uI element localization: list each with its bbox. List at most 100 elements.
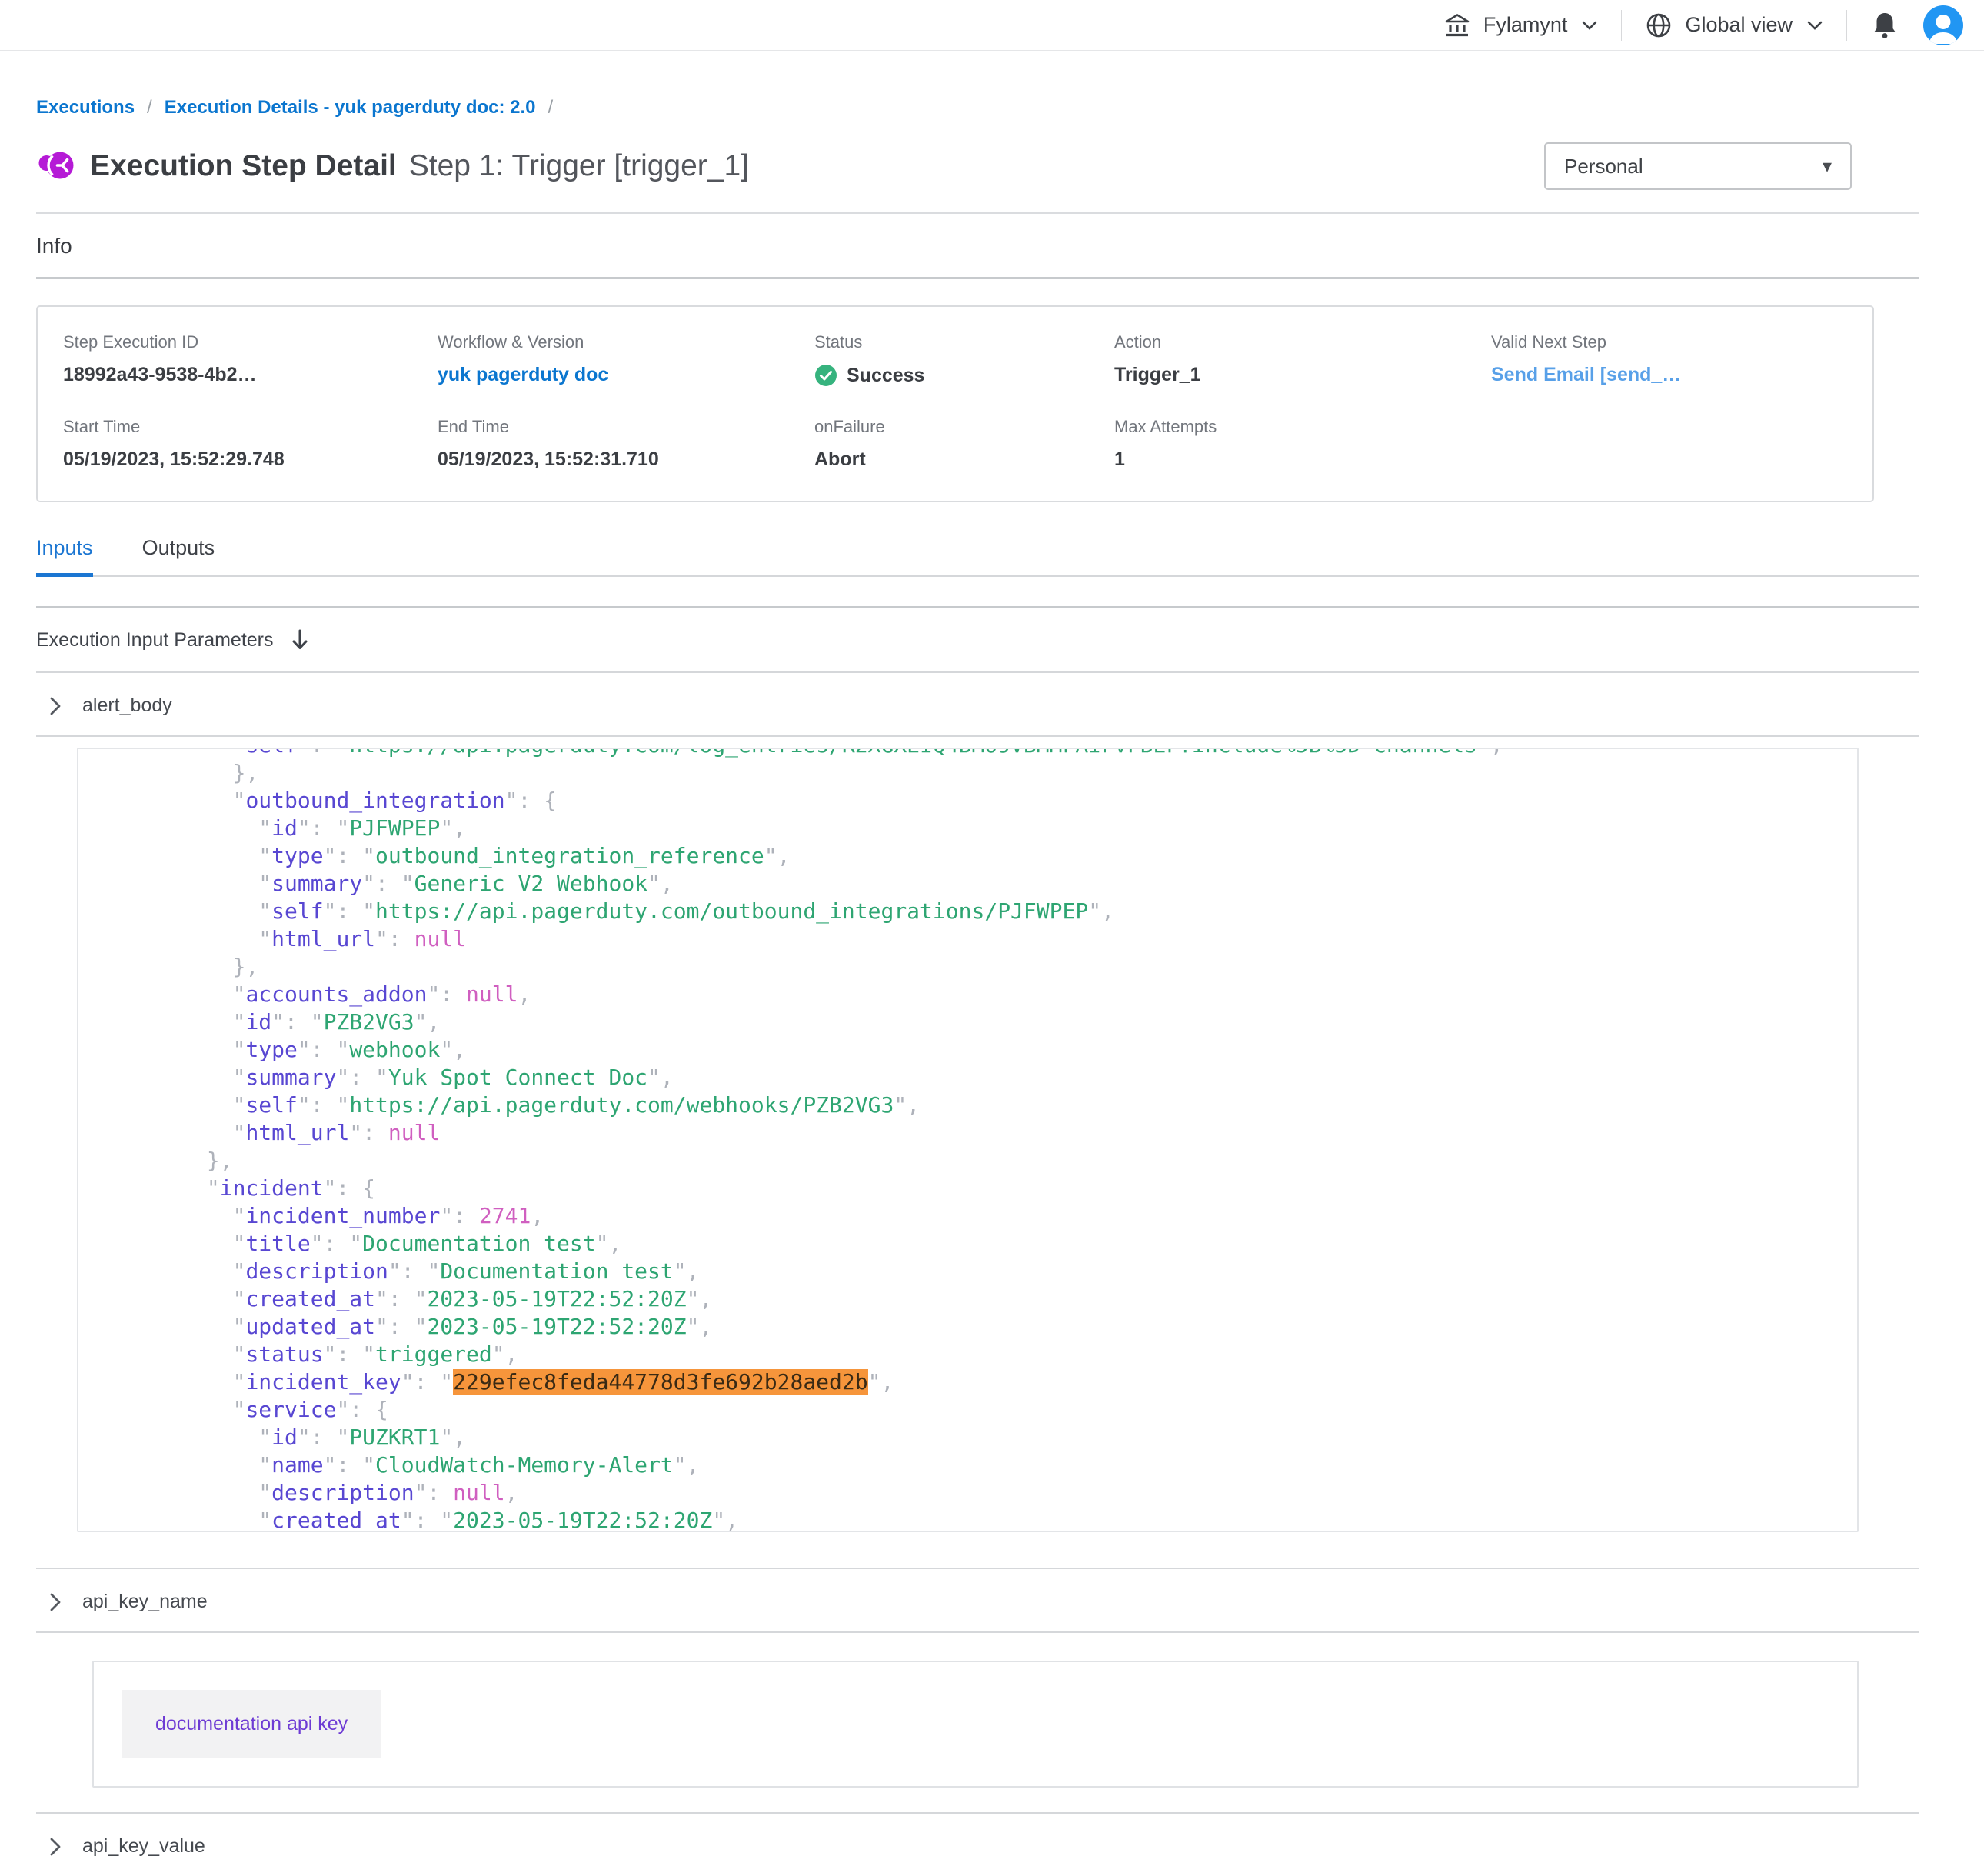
field-label: Status	[814, 333, 1114, 352]
field-value: 18992a43-9538-4b2…	[63, 364, 438, 385]
expander-label: alert_body	[82, 695, 172, 717]
expander-label: api_key_name	[82, 1591, 208, 1613]
title-row: Execution Step Detail Step 1: Trigger [t…	[36, 142, 1919, 191]
expander-api-key-value[interactable]: api_key_value	[36, 1814, 1919, 1876]
code-line: "id": "PUZKRT1",	[103, 1424, 1857, 1451]
field-label: Max Attempts	[1114, 418, 1491, 436]
field-value: 05/19/2023, 15:52:31.710	[438, 448, 814, 470]
code-line: "summary": "Generic V2 Webhook",	[103, 870, 1857, 898]
code-line: "incident": {	[103, 1175, 1857, 1202]
workflow-link[interactable]: yuk pagerduty doc	[438, 364, 814, 385]
view-label: Global view	[1685, 13, 1793, 37]
field-label: onFailure	[814, 418, 1114, 436]
field-status: Status Success	[814, 333, 1114, 387]
success-check-icon	[814, 364, 837, 387]
breadcrumb-separator: /	[147, 97, 152, 118]
info-card: Step Execution ID 18992a43-9538-4b2… Wor…	[36, 305, 1874, 502]
code-line: "created_at": "2023-05-19T22:52:20Z",	[103, 1507, 1857, 1532]
top-bar: Fylamynt Global view	[0, 0, 1984, 51]
workflow-step-icon	[36, 147, 75, 185]
expander-alert-body[interactable]: alert_body	[36, 673, 1919, 735]
field-label: Workflow & Version	[438, 333, 814, 352]
field-onfailure: onFailure Abort	[814, 418, 1114, 470]
next-step-link[interactable]: Send Email [send_…	[1491, 364, 1872, 385]
org-switcher[interactable]: Fylamynt	[1443, 12, 1599, 38]
breadcrumb: Executions / Execution Details - yuk pag…	[36, 97, 1919, 118]
field-valid-next-step: Valid Next Step Send Email [send_…	[1491, 333, 1872, 387]
code-line: },	[103, 759, 1857, 787]
chevron-right-icon	[48, 1837, 62, 1857]
divider	[36, 735, 1919, 737]
field-label: Action	[1114, 333, 1491, 352]
user-avatar[interactable]	[1922, 5, 1964, 46]
divider	[36, 277, 1919, 279]
field-workflow-version: Workflow & Version yuk pagerduty doc	[438, 333, 814, 387]
field-value: Trigger_1	[1114, 364, 1491, 385]
tab-inputs[interactable]: Inputs	[36, 536, 93, 575]
main-content: Executions / Execution Details - yuk pag…	[0, 97, 1984, 1876]
dropdown-caret-icon: ▾	[1823, 155, 1832, 178]
code-line: "status": "triggered",	[103, 1341, 1857, 1368]
tab-outputs[interactable]: Outputs	[142, 536, 215, 575]
code-line: "id": "PZB2VG3",	[103, 1008, 1857, 1036]
page-title: Execution Step Detail	[90, 149, 397, 183]
download-icon[interactable]	[289, 628, 311, 651]
page-subtitle: Step 1: Trigger [trigger_1]	[409, 149, 749, 183]
field-label: Start Time	[63, 418, 438, 436]
field-value: Abort	[814, 448, 1114, 470]
field-value: 05/19/2023, 15:52:29.748	[63, 448, 438, 470]
bank-icon	[1443, 12, 1471, 38]
status-text: Success	[847, 365, 924, 386]
divider	[1621, 10, 1622, 41]
org-label: Fylamynt	[1483, 13, 1568, 37]
code-line: "html_url": null	[103, 1119, 1857, 1147]
field-label: End Time	[438, 418, 814, 436]
breadcrumb-separator: /	[548, 97, 554, 118]
chevron-down-icon	[1581, 20, 1598, 31]
expander-label: api_key_value	[82, 1835, 205, 1858]
scope-select-value: Personal	[1564, 155, 1643, 178]
field-max-attempts: Max Attempts 1	[1114, 418, 1491, 470]
code-line: "updated_at": "2023-05-19T22:52:20Z",	[103, 1313, 1857, 1341]
field-end-time: End Time 05/19/2023, 15:52:31.710	[438, 418, 814, 470]
divider	[36, 1631, 1919, 1633]
code-content: "self": "https://api.pagerduty.com/log_e…	[78, 748, 1857, 1532]
avatar-icon	[1922, 5, 1964, 46]
code-line: "incident_key": "229efec8feda44778d3fe69…	[103, 1368, 1857, 1396]
params-header-row: Execution Input Parameters	[36, 608, 1919, 673]
chevron-down-icon	[1806, 20, 1823, 31]
scope-select[interactable]: Personal ▾	[1544, 142, 1852, 190]
code-line: "service": {	[103, 1396, 1857, 1424]
code-line: "created_at": "2023-05-19T22:52:20Z",	[103, 1285, 1857, 1313]
breadcrumb-link-execution-details[interactable]: Execution Details - yuk pagerduty doc: 2…	[165, 97, 536, 118]
field-start-time: Start Time 05/19/2023, 15:52:29.748	[63, 418, 438, 470]
field-step-execution-id: Step Execution ID 18992a43-9538-4b2…	[63, 333, 438, 387]
divider	[36, 212, 1919, 214]
status-badge: Success	[814, 364, 1114, 387]
breadcrumb-link-executions[interactable]: Executions	[36, 97, 135, 118]
params-heading: Execution Input Parameters	[36, 629, 274, 651]
field-label: Valid Next Step	[1491, 333, 1872, 352]
field-value: 1	[1114, 448, 1491, 470]
code-line: "type": "webhook",	[103, 1036, 1857, 1064]
notifications-button[interactable]	[1870, 10, 1899, 41]
code-line: "self": "https://api.pagerduty.com/log_e…	[103, 748, 1857, 759]
chevron-right-icon	[48, 1592, 62, 1612]
view-switcher[interactable]: Global view	[1645, 12, 1823, 39]
code-line: "html_url": null	[103, 925, 1857, 953]
code-line: "outbound_integration": {	[103, 787, 1857, 815]
info-heading: Info	[36, 234, 1919, 258]
alert-body-json-viewer[interactable]: "self": "https://api.pagerduty.com/log_e…	[77, 748, 1859, 1532]
bell-icon	[1870, 10, 1899, 41]
field-action: Action Trigger_1	[1114, 333, 1491, 387]
code-line: "id": "PJFWPEP",	[103, 815, 1857, 842]
code-line: "summary": "Yuk Spot Connect Doc",	[103, 1064, 1857, 1091]
divider	[1846, 10, 1847, 41]
code-line: },	[103, 953, 1857, 981]
code-line: "title": "Documentation test",	[103, 1230, 1857, 1258]
code-line: "incident_number": 2741,	[103, 1202, 1857, 1230]
expander-api-key-name[interactable]: api_key_name	[36, 1569, 1919, 1631]
chevron-right-icon	[48, 696, 62, 716]
code-line: "name": "CloudWatch-Memory-Alert",	[103, 1451, 1857, 1479]
globe-icon	[1645, 12, 1673, 39]
